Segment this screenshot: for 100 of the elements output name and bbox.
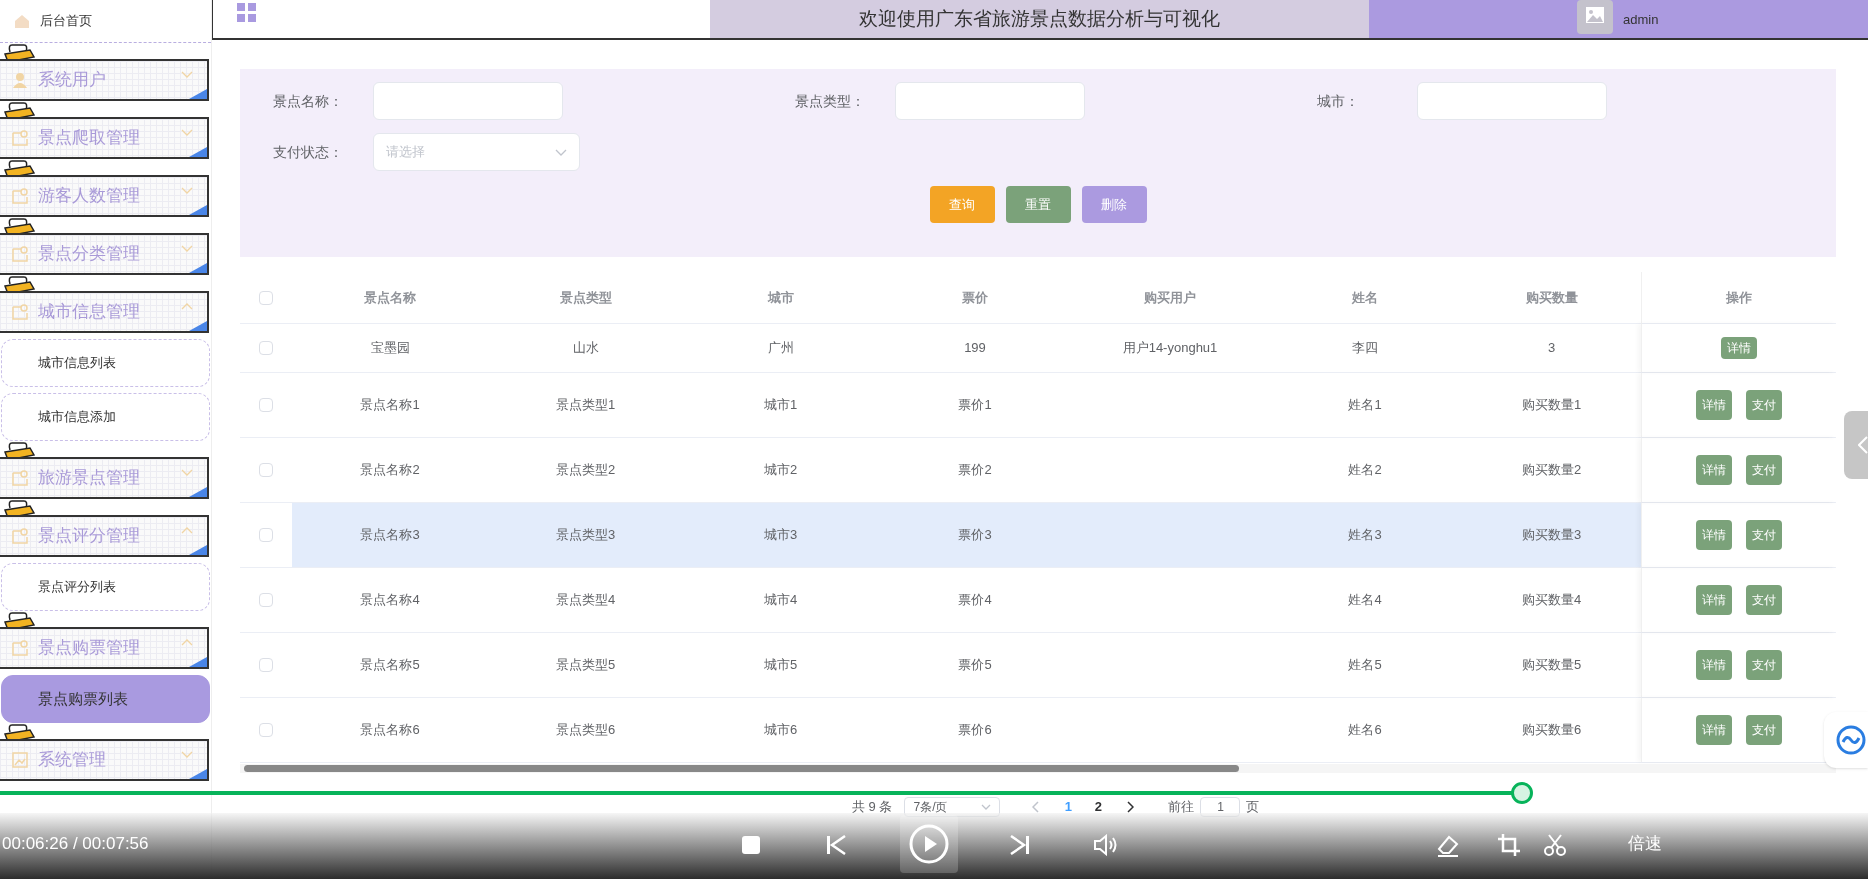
menu-group-header[interactable]: 景点分类管理 bbox=[0, 233, 209, 275]
row-checkbox[interactable] bbox=[259, 658, 273, 672]
folded-corner-icon bbox=[189, 321, 207, 331]
user-name[interactable]: admin bbox=[1623, 0, 1659, 30]
table-cell-text: 城市6 bbox=[763, 721, 798, 740]
menu-group-header[interactable]: 景点购票管理 bbox=[0, 627, 209, 669]
home-menu-item[interactable]: 后台首页 bbox=[0, 0, 211, 43]
table-cell-text: 购买数量3 bbox=[1521, 526, 1582, 545]
table-cell-text: 购买数量6 bbox=[1521, 721, 1582, 740]
details-button[interactable]: 详情 bbox=[1696, 520, 1732, 550]
folded-corner-icon bbox=[189, 263, 207, 273]
text-input[interactable] bbox=[373, 82, 563, 120]
table-cell-text: 票价1 bbox=[958, 396, 992, 415]
chevron-down-icon bbox=[981, 804, 992, 810]
play-icon bbox=[909, 824, 949, 864]
side-drawer-tab[interactable] bbox=[1844, 411, 1868, 479]
dropdown-field[interactable]: 请选择 bbox=[373, 133, 580, 171]
table-cell-text: 购买数量4 bbox=[1521, 591, 1582, 610]
submenu-item[interactable]: 城市信息列表 bbox=[1, 339, 210, 387]
details-button[interactable]: 详情 bbox=[1696, 715, 1732, 745]
avatar-image-icon[interactable] bbox=[1577, 0, 1613, 34]
column-header[interactable]: 城市 bbox=[767, 288, 794, 308]
skip-next-icon[interactable] bbox=[1010, 835, 1030, 855]
search-button[interactable]: 查询 bbox=[929, 186, 995, 223]
submenu-item[interactable]: 景点评分列表 bbox=[1, 563, 210, 611]
table-cell-text: 景点名称4 bbox=[360, 591, 420, 610]
total-count: 共 9 条 bbox=[852, 798, 893, 817]
column-header[interactable]: 购买数量 bbox=[1525, 288, 1578, 308]
details-button[interactable]: 详情 bbox=[1721, 337, 1757, 359]
play-button[interactable] bbox=[900, 815, 958, 873]
menu-group-header[interactable]: 景点评分管理 bbox=[0, 515, 209, 557]
column-header[interactable]: 景点类型 bbox=[559, 288, 612, 308]
pay-button[interactable]: 支付 bbox=[1746, 715, 1782, 745]
progress-handle[interactable] bbox=[1511, 782, 1534, 804]
row-checkbox[interactable] bbox=[259, 723, 273, 737]
column-header[interactable]: 操作 bbox=[1726, 288, 1752, 308]
column-header[interactable]: 景点名称 bbox=[364, 288, 416, 308]
table-cell-text: 3 bbox=[1547, 339, 1556, 358]
field-label: 景点类型： bbox=[794, 91, 866, 111]
table-cell-text: 山水 bbox=[572, 339, 599, 358]
select-all-checkbox[interactable] bbox=[259, 291, 273, 305]
menu-group-header[interactable]: 城市信息管理 bbox=[0, 291, 209, 333]
page-size-value: 7条/页 bbox=[913, 799, 948, 816]
table-cell-text: 城市4 bbox=[763, 591, 798, 610]
row-checkbox[interactable] bbox=[259, 463, 273, 477]
table-cell-text: 景点类型5 bbox=[555, 656, 616, 675]
volume-icon[interactable] bbox=[1094, 834, 1118, 856]
goto-suffix: 页 bbox=[1246, 798, 1260, 817]
column-header[interactable]: 姓名 bbox=[1352, 288, 1378, 308]
pay-button[interactable]: 支付 bbox=[1746, 390, 1782, 420]
playback-speed-button[interactable]: 倍速 bbox=[1628, 831, 1662, 857]
pay-button[interactable]: 支付 bbox=[1746, 455, 1782, 485]
text-input[interactable] bbox=[1417, 82, 1607, 120]
submenu-item[interactable]: 城市信息添加 bbox=[1, 393, 210, 441]
crop-icon[interactable] bbox=[1497, 833, 1521, 857]
scissors-icon[interactable] bbox=[1543, 833, 1567, 857]
folded-corner-icon bbox=[189, 205, 207, 215]
table-cell-text: 购买数量1 bbox=[1521, 396, 1582, 415]
details-button[interactable]: 详情 bbox=[1696, 650, 1732, 680]
row-checkbox[interactable] bbox=[259, 398, 273, 412]
pay-button[interactable]: 支付 bbox=[1746, 650, 1782, 680]
page-number[interactable]: 1 bbox=[1053, 797, 1084, 817]
highlighted-row[interactable]: 景点名称3 景点类型3 城市3 票价3 姓名3 购买数量3 bbox=[292, 503, 1641, 567]
folded-corner-icon bbox=[189, 769, 207, 779]
chevron-left-icon[interactable] bbox=[1032, 801, 1040, 813]
column-header[interactable]: 购买用户 bbox=[1144, 288, 1196, 308]
document-icon bbox=[12, 304, 28, 320]
grid-menu-icon[interactable] bbox=[237, 3, 257, 23]
chevron-right-icon[interactable] bbox=[1127, 801, 1135, 813]
menu-group-header[interactable]: 系统用户 bbox=[0, 59, 209, 101]
row-checkbox[interactable] bbox=[259, 341, 273, 355]
horizontal-scrollbar[interactable] bbox=[240, 764, 1836, 773]
delete-button[interactable]: 删除 bbox=[1081, 186, 1147, 223]
table-cell-text: 姓名2 bbox=[1348, 461, 1382, 480]
submenu-item[interactable]: 景点购票列表 bbox=[1, 675, 210, 723]
table-cell-text: 姓名3 bbox=[1348, 526, 1382, 545]
skip-previous-icon[interactable] bbox=[826, 835, 846, 855]
floating-widget[interactable] bbox=[1824, 712, 1868, 768]
reset-button[interactable]: 重置 bbox=[1005, 186, 1071, 223]
table-cell-text: 景点名称2 bbox=[360, 461, 420, 480]
stop-icon[interactable] bbox=[742, 836, 760, 854]
details-button[interactable]: 详情 bbox=[1696, 455, 1732, 485]
folded-corner-icon bbox=[189, 657, 207, 667]
pay-button[interactable]: 支付 bbox=[1746, 585, 1782, 615]
page-number[interactable]: 2 bbox=[1083, 797, 1114, 817]
menu-group-header[interactable]: 景点爬取管理 bbox=[0, 117, 209, 159]
table-cell-text: 景点名称6 bbox=[360, 721, 420, 740]
table-cell-text: 景点名称3 bbox=[360, 526, 420, 545]
pay-button[interactable]: 支付 bbox=[1746, 520, 1782, 550]
eraser-icon[interactable] bbox=[1436, 833, 1460, 857]
menu-group-header[interactable]: 系统管理 bbox=[0, 739, 209, 781]
details-button[interactable]: 详情 bbox=[1696, 390, 1732, 420]
menu-group-header[interactable]: 旅游景点管理 bbox=[0, 457, 209, 499]
table-cell-text: 广州 bbox=[767, 339, 794, 358]
text-input[interactable] bbox=[895, 82, 1085, 120]
row-checkbox[interactable] bbox=[259, 593, 273, 607]
details-button[interactable]: 详情 bbox=[1696, 585, 1732, 615]
row-checkbox[interactable] bbox=[259, 528, 273, 542]
menu-group-header[interactable]: 游客人数管理 bbox=[0, 175, 209, 217]
column-header[interactable]: 票价 bbox=[962, 288, 988, 308]
